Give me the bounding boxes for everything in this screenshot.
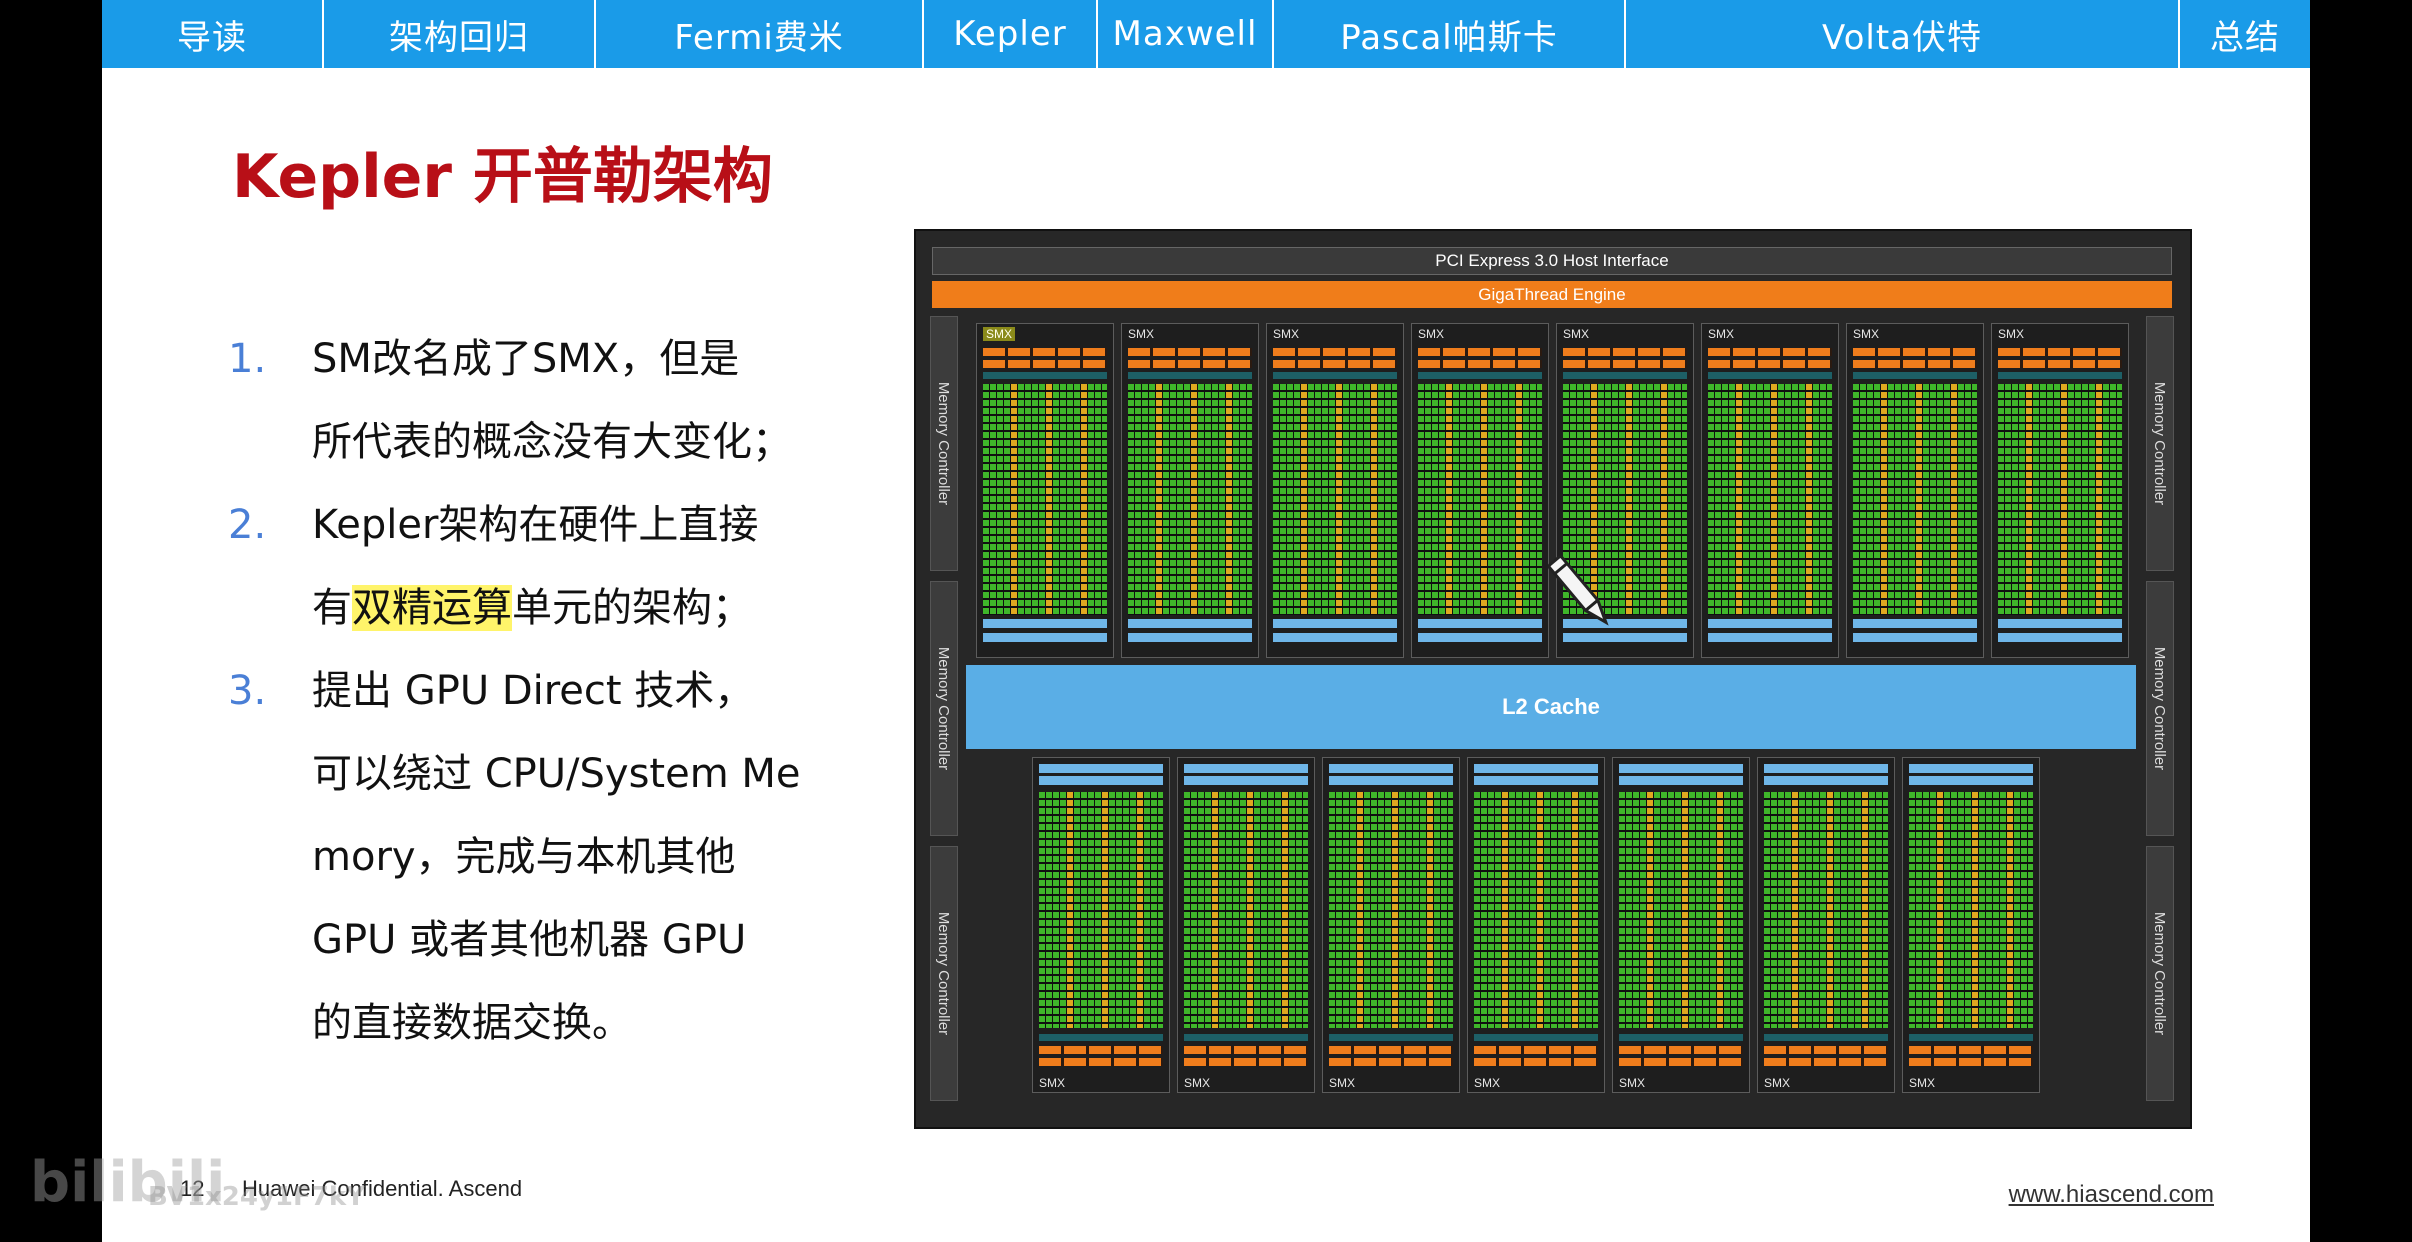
smx-block: SMX: [1467, 757, 1605, 1093]
smx-block: SMX: [1846, 323, 1984, 658]
bullet-line: 可以绕过 CPU/System Me: [312, 751, 801, 797]
bullet-line: Kepler架构在硬件上直接: [312, 502, 759, 548]
memory-controller: Memory Controller: [2146, 581, 2174, 836]
video-id-watermark: BV1x24y1F7kY: [148, 1182, 365, 1212]
slide-title: Kepler 开普勒架构: [232, 142, 773, 212]
smx-label: SMX: [1764, 1076, 1791, 1090]
tab-5[interactable]: Pascal帕斯卡: [1274, 0, 1626, 68]
smx-block: SMX: [1121, 323, 1259, 658]
memory-controller: Memory Controller: [930, 581, 958, 836]
pcie-interface-bar: PCI Express 3.0 Host Interface: [932, 247, 2172, 275]
smx-label: SMX: [1418, 327, 1445, 341]
memory-controller-label: Memory Controller: [2151, 646, 2169, 771]
l2-cache: L2 Cache: [966, 665, 2136, 749]
smx-label: SMX: [1619, 1076, 1646, 1090]
smx-block: SMX: [1032, 757, 1170, 1093]
slide: 导读 架构回归 Fermi费米 Kepler Maxwell Pascal帕斯卡 Volta…: [102, 0, 2310, 1242]
tab-0[interactable]: 导读: [102, 0, 324, 68]
bullet-line: GPU 或者其他机器 GPU: [312, 917, 747, 963]
bullet-line: 所代表的概念没有大变化；: [312, 419, 792, 465]
bullet-list: 1. SM改名成了SMX，但是所代表的概念没有大变化； 2. Kepler架构在硬件上…: [228, 318, 968, 1065]
smx-label: SMX: [983, 327, 1016, 341]
smx-label: SMX: [1128, 327, 1155, 341]
smx-block: SMX: [1411, 323, 1549, 658]
memory-controller: Memory Controller: [2146, 846, 2174, 1101]
memory-controller: Memory Controller: [930, 316, 958, 571]
bullet-line: 提出 GPU Direct 技术，: [312, 668, 755, 714]
memory-controller: Memory Controller: [2146, 316, 2174, 571]
smx-block: SMX: [1701, 323, 1839, 658]
memory-controller-label: Memory Controller: [935, 381, 953, 506]
bullet-number: 3.: [228, 668, 267, 714]
memory-controller-label: Memory Controller: [2151, 911, 2169, 1036]
smx-label: SMX: [1909, 1076, 1936, 1090]
smx-label: SMX: [1998, 327, 2025, 341]
highlighted-text: 双精运算: [352, 585, 512, 631]
tab-3[interactable]: Kepler: [924, 0, 1098, 68]
tab-4[interactable]: Maxwell: [1098, 0, 1274, 68]
smx-block: SMX: [1322, 757, 1460, 1093]
smx-label: SMX: [1039, 1076, 1066, 1090]
smx-label: SMX: [1563, 327, 1590, 341]
smx-block: SMX: [1266, 323, 1404, 658]
memory-controller-label: Memory Controller: [935, 911, 953, 1036]
bullet-line: 有双精运算单元的架构；: [312, 585, 752, 631]
smx-block: SMX: [1991, 323, 2129, 658]
tab-7[interactable]: 总结: [2180, 0, 2310, 68]
smx-block: SMX: [1902, 757, 2040, 1093]
memory-controller-label: Memory Controller: [2151, 381, 2169, 506]
smx-label: SMX: [1184, 1076, 1211, 1090]
kepler-architecture-diagram: PCI Express 3.0 Host Interface GigaThrea…: [914, 229, 2192, 1129]
bullet-item: 2. Kepler架构在硬件上直接 有双精运算单元的架构；: [228, 484, 968, 650]
bullet-number: 2.: [228, 502, 267, 548]
gigathread-engine-bar: GigaThread Engine: [932, 281, 2172, 308]
bullet-line: 的直接数据交换。: [312, 1000, 632, 1046]
smx-block: SMX: [1612, 757, 1750, 1093]
bullet-line: SM改名成了SMX，但是: [312, 336, 740, 382]
pencil-cursor-icon: [1547, 555, 1609, 626]
section-tab-bar: 导读 架构回归 Fermi费米 Kepler Maxwell Pascal帕斯卡 Volta…: [102, 0, 2310, 68]
memory-controller-label: Memory Controller: [935, 646, 953, 771]
memory-controller: Memory Controller: [930, 846, 958, 1101]
bullet-item: 1. SM改名成了SMX，但是所代表的概念没有大变化；: [228, 318, 968, 484]
footer-link[interactable]: www.hiascend.com: [2009, 1181, 2214, 1209]
smx-label: SMX: [1273, 327, 1300, 341]
smx-block: SMX: [1757, 757, 1895, 1093]
smx-label: SMX: [1708, 327, 1735, 341]
smx-label: SMX: [1853, 327, 1880, 341]
tab-2[interactable]: Fermi费米: [596, 0, 924, 68]
smx-block: SMX: [1177, 757, 1315, 1093]
bullet-item: 3. 提出 GPU Direct 技术， 可以绕过 CPU/System Me mor…: [228, 650, 968, 1065]
smx-label: SMX: [1474, 1076, 1501, 1090]
tab-1[interactable]: 架构回归: [324, 0, 596, 68]
bullet-number: 1.: [228, 336, 267, 382]
smx-block: SMX: [976, 323, 1114, 658]
bullet-line: mory，完成与本机其他: [312, 834, 736, 880]
smx-label: SMX: [1329, 1076, 1356, 1090]
tab-6[interactable]: Volta伏特: [1626, 0, 2180, 68]
